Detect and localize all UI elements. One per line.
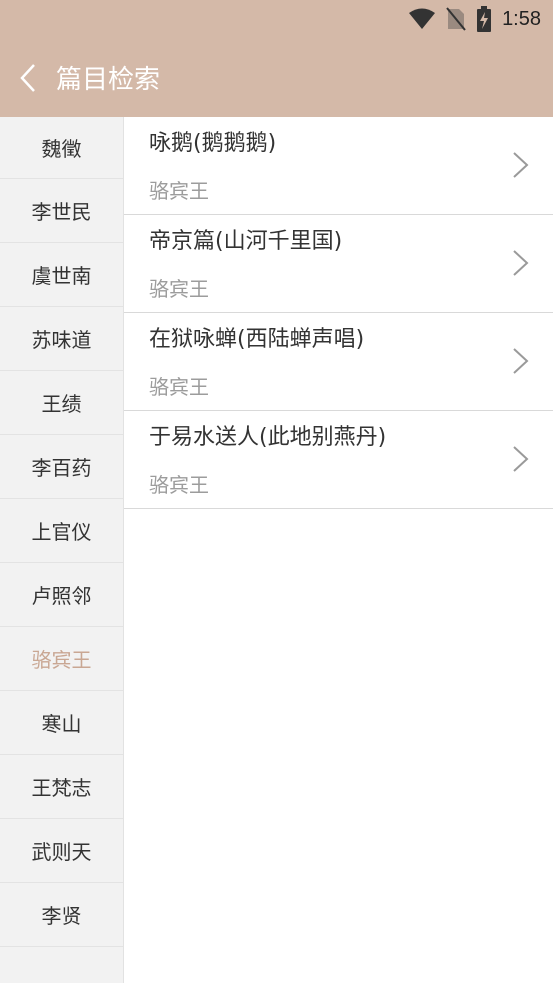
sidebar-item-wangfanzhi[interactable]: 王梵志 xyxy=(0,755,123,819)
poem-title: 帝京篇(山河千里国) xyxy=(149,229,343,254)
sidebar-item-label: 李百药 xyxy=(31,456,92,480)
page-title: 篇目检索 xyxy=(56,65,161,95)
sidebar-item-label: 王绩 xyxy=(41,392,82,416)
author-sidebar: 魏徵 李世民 虞世南 苏味道 王绩 李百药 上官仪 卢照邻 骆宾王 寒山 王梵志… xyxy=(0,117,124,983)
sidebar-item-libaiyao[interactable]: 李百药 xyxy=(0,435,123,499)
sidebar-item-weizheng[interactable]: 魏徵 xyxy=(0,117,123,179)
poem-title: 于易水送人(此地别燕丹) xyxy=(149,425,387,450)
battery-charging-icon xyxy=(477,6,492,32)
poem-list: 咏鹅(鹅鹅鹅) 骆宾王 帝京篇(山河千里国) 骆宾王 在狱咏蝉(西陆蝉声唱) 骆… xyxy=(124,117,553,509)
chevron-right-icon xyxy=(513,152,529,178)
sidebar-item-label: 卢照邻 xyxy=(31,584,92,608)
chevron-right-icon xyxy=(513,348,529,374)
chevron-right-icon xyxy=(513,250,529,276)
wifi-icon xyxy=(409,8,436,29)
sidebar-item-shangguanyi[interactable]: 上官仪 xyxy=(0,499,123,563)
sidebar-item-label: 苏味道 xyxy=(31,328,92,352)
poem-title: 咏鹅(鹅鹅鹅) xyxy=(149,131,277,156)
sidebar-item-lixian[interactable]: 李贤 xyxy=(0,883,123,947)
app-header: 1:58 篇目检索 xyxy=(0,0,553,117)
status-time: 1:58 xyxy=(502,7,541,30)
list-item[interactable]: 帝京篇(山河千里国) 骆宾王 xyxy=(124,215,553,313)
list-item[interactable]: 在狱咏蝉(西陆蝉声唱) 骆宾王 xyxy=(124,313,553,411)
sidebar-item-suweidao[interactable]: 苏味道 xyxy=(0,307,123,371)
sidebar-item-yushinan[interactable]: 虞世南 xyxy=(0,243,123,307)
toolbar: 篇目检索 xyxy=(0,38,553,117)
sidebar-item-label: 李贤 xyxy=(41,904,82,928)
list-item[interactable]: 咏鹅(鹅鹅鹅) 骆宾王 xyxy=(124,117,553,215)
chevron-right-icon xyxy=(513,446,529,472)
no-sim-icon xyxy=(446,7,466,31)
sidebar-item-label: 王梵志 xyxy=(31,776,92,800)
poem-author: 骆宾王 xyxy=(149,179,209,203)
sidebar-item-label: 上官仪 xyxy=(31,520,92,544)
sidebar-item-label: 寒山 xyxy=(41,712,82,736)
sidebar-item-luzhaolin[interactable]: 卢照邻 xyxy=(0,563,123,627)
sidebar-item-label: 武则天 xyxy=(31,840,92,864)
sidebar-item-label: 李世民 xyxy=(31,200,92,224)
status-bar: 1:58 xyxy=(0,0,553,38)
poem-author: 骆宾王 xyxy=(149,473,209,497)
poem-author: 骆宾王 xyxy=(149,277,209,301)
sidebar-item-label: 骆宾王 xyxy=(31,648,92,672)
sidebar-item-wuzetian[interactable]: 武则天 xyxy=(0,819,123,883)
sidebar-item-label: 虞世南 xyxy=(31,264,92,288)
poem-author: 骆宾王 xyxy=(149,375,209,399)
sidebar-item-lishimin[interactable]: 李世民 xyxy=(0,179,123,243)
sidebar-item-hanshan[interactable]: 寒山 xyxy=(0,691,123,755)
sidebar-item-luobinwang[interactable]: 骆宾王 xyxy=(0,627,123,691)
status-icons: 1:58 xyxy=(408,5,541,33)
chevron-left-icon xyxy=(20,63,35,92)
list-item[interactable]: 于易水送人(此地别燕丹) 骆宾王 xyxy=(124,411,553,509)
sidebar-item-partial[interactable] xyxy=(0,947,123,983)
poem-title: 在狱咏蝉(西陆蝉声唱) xyxy=(149,327,365,352)
sidebar-item-wangji[interactable]: 王绩 xyxy=(0,371,123,435)
sidebar-item-label: 魏徵 xyxy=(41,137,82,161)
back-button[interactable] xyxy=(0,38,56,117)
